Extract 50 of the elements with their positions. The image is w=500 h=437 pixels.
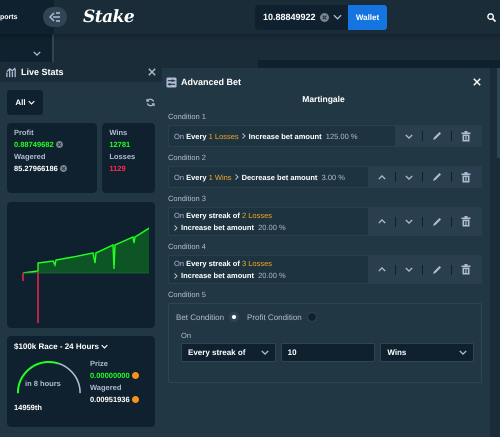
coin-icon <box>132 372 139 379</box>
filter-dropdown[interactable]: All <box>7 90 43 115</box>
coin-icon <box>132 396 139 403</box>
panel-title: Live Stats <box>21 67 64 77</box>
outcome-select[interactable]: Wins <box>380 343 474 362</box>
balance-selector[interactable]: 10.88849922 <box>255 4 348 30</box>
amount-input[interactable]: 10 <box>280 343 376 362</box>
radio-label: Bet Condition <box>176 312 224 322</box>
logo[interactable]: Stake <box>83 7 134 27</box>
race-dropdown[interactable]: $100k Race - 24 Hours <box>14 342 108 351</box>
move-up-icon[interactable] <box>378 267 386 272</box>
caret-icon[interactable] <box>260 350 269 355</box>
stats-chart-icon <box>6 66 17 78</box>
panel-title: Advanced Bet <box>181 77 242 87</box>
currency-icon <box>60 165 67 172</box>
radio-button[interactable] <box>306 312 317 322</box>
currency-icon <box>56 141 63 148</box>
edit-icon[interactable] <box>432 131 442 141</box>
wallet-button[interactable]: Wallet <box>348 4 387 30</box>
move-up-icon[interactable] <box>378 174 386 180</box>
mode-select[interactable]: Every streak of <box>181 343 276 362</box>
move-down-icon[interactable] <box>405 174 413 180</box>
move-down-icon[interactable] <box>405 219 413 224</box>
collapse-sidebar-button[interactable] <box>43 7 67 27</box>
edit-icon[interactable] <box>432 216 442 226</box>
sliders-icon <box>166 76 177 88</box>
search-icon[interactable] <box>487 12 496 22</box>
move-down-icon[interactable] <box>405 267 413 272</box>
trash-icon[interactable] <box>461 130 471 142</box>
currency-icon <box>320 12 329 22</box>
chevron-right-icon <box>174 272 178 278</box>
chevron-right-icon <box>174 224 178 230</box>
collapse-icon[interactable] <box>49 12 61 22</box>
strategy-name: Martingale <box>301 94 346 104</box>
edit-icon[interactable] <box>432 264 442 274</box>
trash-icon[interactable] <box>461 264 471 275</box>
radio-label: Profit Condition <box>247 312 302 322</box>
chevron-right-icon <box>234 174 239 180</box>
trash-icon[interactable] <box>461 172 471 182</box>
close-icon[interactable] <box>148 68 156 76</box>
trash-icon[interactable] <box>461 216 471 227</box>
move-up-icon[interactable] <box>378 219 386 224</box>
caret-icon[interactable] <box>459 350 468 355</box>
radio-button[interactable] <box>229 312 240 322</box>
caret-icon[interactable] <box>332 14 342 20</box>
chevron-down-icon[interactable] <box>33 51 41 56</box>
refresh-icon[interactable] <box>146 98 155 107</box>
chevron-right-icon <box>242 133 246 139</box>
edit-icon[interactable] <box>432 172 442 182</box>
move-down-icon[interactable] <box>405 134 413 138</box>
